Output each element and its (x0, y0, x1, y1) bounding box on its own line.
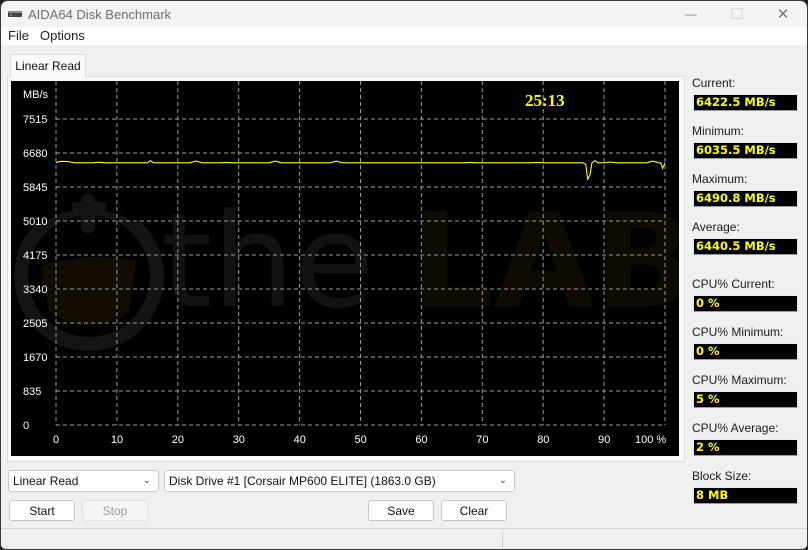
menu-options[interactable]: Options (40, 28, 85, 43)
x-axis-ticks: 0 10 20 30 40 50 60 70 80 90 100 % (53, 434, 666, 446)
disk-drive-icon (8, 11, 22, 17)
minimize-icon: — (685, 7, 697, 21)
test-type-select[interactable]: Linear Read ⌄ (8, 470, 159, 492)
y-tick-label: 4175 (23, 250, 47, 262)
x-tick-label: 60 (415, 434, 427, 446)
current-value: 6422.5 MB/s (693, 94, 798, 111)
series-line-linear-read (55, 160, 666, 182)
cpu-maximum-value: 5 % (693, 391, 798, 408)
maximize-icon: ☐ (730, 6, 744, 23)
average-value: 6440.5 MB/s (693, 238, 798, 255)
y-tick-label: 5845 (23, 182, 47, 194)
cpu-current-label: CPU% Current: (692, 277, 775, 291)
block-size-label: Block Size: (692, 469, 752, 483)
drive-select[interactable]: Disk Drive #1 [Corsair MP600 ELITE] (186… (164, 470, 515, 492)
elapsed-timer: 25:13 (525, 91, 565, 110)
y-tick-label: 835 (23, 386, 41, 398)
y-tick-label: 7515 (23, 114, 47, 126)
block-size-value: 8 MB (693, 487, 798, 504)
close-icon: ✕ (776, 6, 790, 23)
x-tick-label: 100 % (635, 434, 666, 446)
status-separator (502, 532, 503, 548)
chevron-down-icon: ⌄ (498, 475, 507, 486)
tab-linear-read[interactable]: Linear Read (10, 54, 86, 77)
menu-bar: File Options (1, 27, 807, 45)
y-tick-label: 1670 (23, 352, 47, 364)
cpu-minimum-label: CPU% Minimum: (692, 325, 784, 339)
cpu-minimum-value: 0 % (693, 343, 798, 360)
y-tick-label: 0 (23, 420, 29, 432)
window-title: AIDA64 Disk Benchmark (28, 7, 172, 22)
status-bar (1, 528, 807, 549)
maximum-value: 6490.8 MB/s (693, 190, 798, 207)
y-tick-label: 2505 (23, 318, 47, 330)
benchmark-chart: the LAB 0 835 1670 2505 3340 4175 5010 5845 6680… (11, 81, 694, 456)
x-tick-label: 80 (537, 434, 549, 446)
minimum-value: 6035.5 MB/s (693, 142, 798, 159)
maximize-button[interactable]: ☐ (714, 1, 760, 27)
y-tick-label: 3340 (23, 284, 47, 296)
test-type-value: Linear Read (13, 474, 79, 488)
x-tick-label: 50 (355, 434, 367, 446)
y-tick-label: 6680 (23, 148, 47, 160)
maximum-label: Maximum: (692, 172, 748, 186)
x-tick-label: 0 (53, 434, 59, 446)
watermark-text-lab: LAB (411, 185, 679, 337)
app-window: AIDA64 Disk Benchmark — ☐ ✕ File Options… (0, 0, 808, 550)
watermark-flask (41, 257, 136, 326)
x-tick-label: 30 (233, 434, 245, 446)
x-tick-label: 20 (172, 434, 184, 446)
start-button[interactable]: Start (9, 500, 75, 521)
chevron-down-icon: ⌄ (142, 475, 151, 486)
cpu-average-value: 2 % (693, 439, 798, 456)
average-label: Average: (692, 220, 740, 234)
watermark-power-bar (81, 193, 95, 233)
x-tick-label: 10 (111, 434, 123, 446)
current-label: Current: (692, 76, 736, 90)
minimize-button[interactable]: — (668, 1, 714, 27)
x-tick-label: 40 (294, 434, 306, 446)
watermark-text-the: the (161, 185, 374, 337)
close-button[interactable]: ✕ (760, 1, 806, 27)
minimum-label: Minimum: (692, 124, 745, 138)
menu-file[interactable]: File (8, 28, 29, 43)
cpu-current-value: 0 % (693, 295, 798, 312)
thelab-watermark-logo: the LAB (14, 185, 694, 351)
chart-canvas: the LAB 08351670250533404175501058456680… (14, 81, 694, 446)
cpu-maximum-label: CPU% Maximum: (692, 373, 787, 387)
cpu-average-label: CPU% Average: (692, 421, 779, 435)
stop-button[interactable]: Stop (82, 500, 148, 521)
x-tick-label: 90 (598, 434, 610, 446)
x-tick-label: 70 (476, 434, 488, 446)
y-axis-label: MB/s (23, 89, 49, 101)
title-bar[interactable]: AIDA64 Disk Benchmark — ☐ ✕ (1, 1, 807, 27)
y-tick-label: 5010 (23, 216, 47, 228)
clear-button[interactable]: Clear (441, 500, 507, 521)
drive-value: Disk Drive #1 [Corsair MP600 ELITE] (186… (169, 474, 436, 488)
save-button[interactable]: Save (368, 500, 434, 521)
